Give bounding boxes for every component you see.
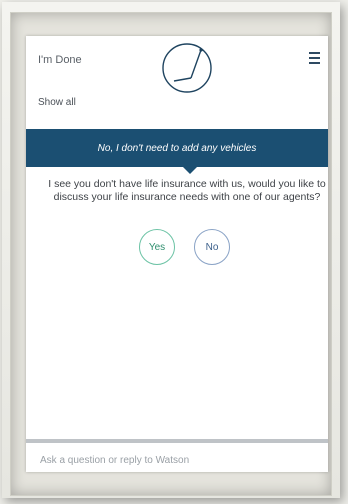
yes-button[interactable]: Yes xyxy=(139,229,175,265)
user-reply-text: No, I don't need to add any vehicles xyxy=(97,142,257,154)
user-reply-bubble: No, I don't need to add any vehicles xyxy=(26,129,328,174)
phone-screen: I'm Done Show all No, I don't need to ad… xyxy=(26,36,328,472)
reply-input[interactable] xyxy=(26,448,328,472)
hamburger-menu-icon[interactable] xyxy=(309,52,320,64)
show-all-link[interactable]: Show all xyxy=(38,97,76,108)
watson-logo-icon xyxy=(162,43,212,93)
input-divider xyxy=(26,439,328,443)
bot-question-text: I see you don't have life insurance with… xyxy=(48,178,326,203)
done-link[interactable]: I'm Done xyxy=(38,54,82,66)
no-button[interactable]: No xyxy=(194,229,230,265)
